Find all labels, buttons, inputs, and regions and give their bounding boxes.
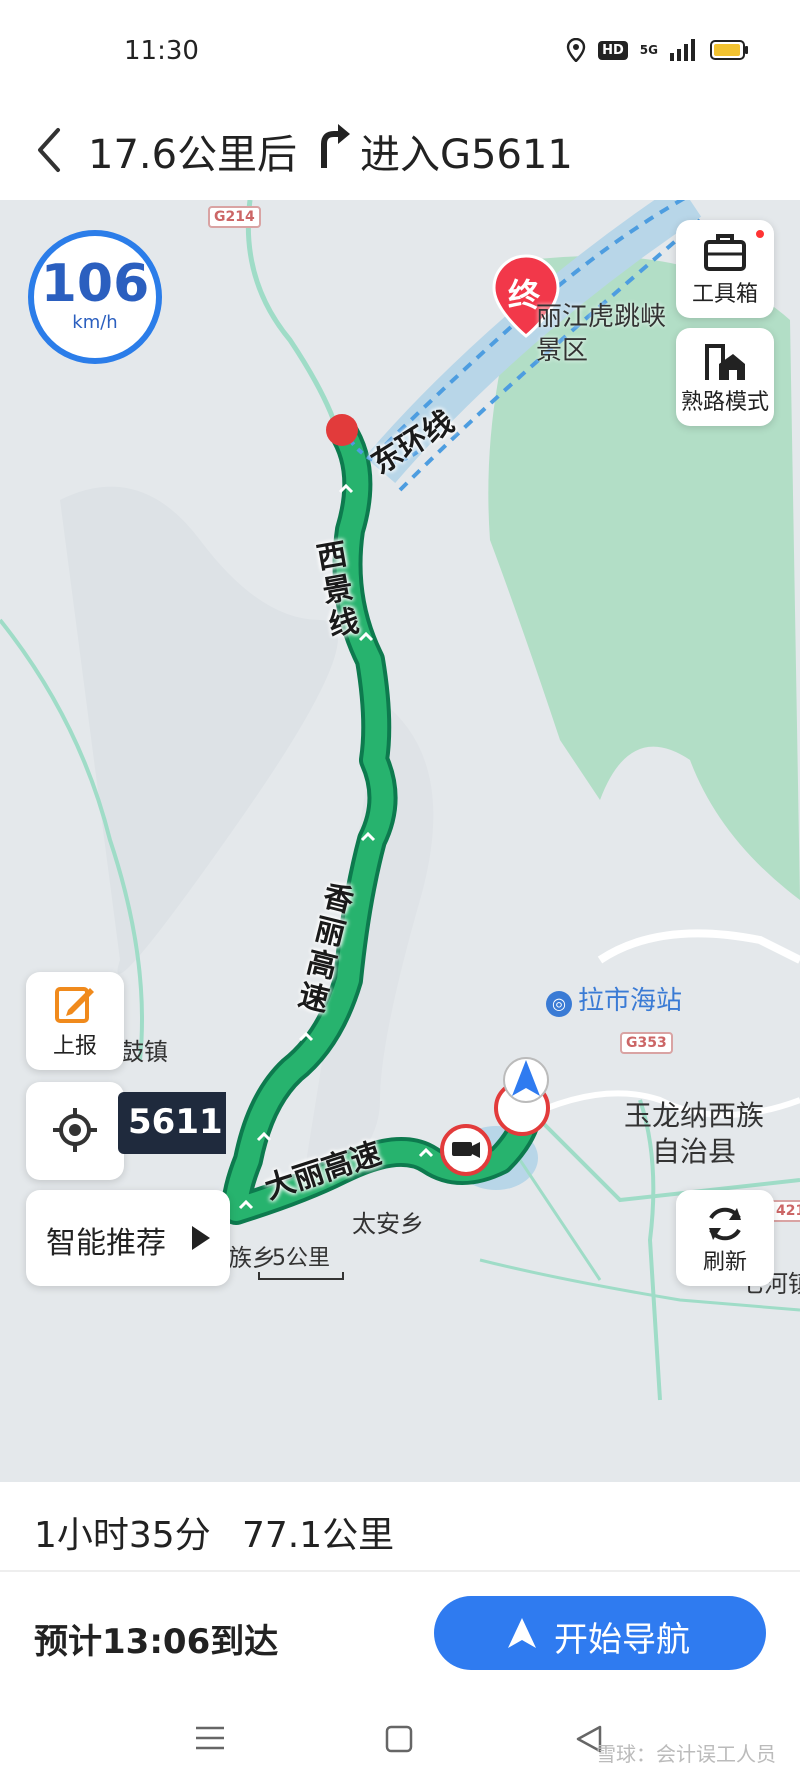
speed-unit: km/h xyxy=(72,312,118,333)
route-distance: 77.1公里 xyxy=(242,1515,395,1556)
nav-instruction: 进入G5611 xyxy=(360,132,573,178)
road-shield-g214: G214 xyxy=(208,206,261,228)
back-icon[interactable] xyxy=(30,120,70,180)
crosshair-icon xyxy=(53,1108,97,1152)
home-icon[interactable] xyxy=(384,1724,414,1754)
hd-badge: HD xyxy=(598,40,628,60)
station-icon: ◎ xyxy=(546,991,572,1017)
route-info: 1小时35分 77.1公里 xyxy=(0,1482,800,1572)
network-type: 5G xyxy=(639,43,658,57)
report-button[interactable]: 上报 xyxy=(26,972,124,1070)
menu-icon[interactable] xyxy=(194,1724,226,1752)
refresh-icon xyxy=(709,1207,741,1241)
speed-badge: 106 km/h xyxy=(28,230,162,364)
refresh-button[interactable]: 刷新 xyxy=(676,1190,774,1286)
current-road-tag: 5611 xyxy=(118,1092,226,1154)
location-icon xyxy=(566,38,586,62)
home-route-icon xyxy=(705,344,745,380)
scale-bar xyxy=(258,1272,344,1280)
turn-right-icon xyxy=(321,124,350,168)
smart-recommend-button[interactable]: 智能推荐 xyxy=(26,1190,230,1286)
toolbox-button[interactable]: 工具箱 xyxy=(676,220,774,318)
battery-icon xyxy=(710,40,748,60)
familiar-mode-button[interactable]: 熟路模式 xyxy=(676,328,774,426)
locate-button[interactable] xyxy=(26,1082,124,1180)
status-time: 11:30 xyxy=(124,36,199,66)
toolbox-icon xyxy=(704,234,746,271)
status-bar: 11:30 HD 5G xyxy=(0,0,800,100)
nav-distance: 17.6公里后 xyxy=(88,132,298,178)
place-yulong: 玉龙纳西族 自治县 xyxy=(624,1099,765,1168)
navigation-arrow-icon xyxy=(508,1618,536,1648)
start-navigation-button[interactable]: 开始导航 xyxy=(434,1596,766,1670)
watermark: 雪球：会计误工人员 xyxy=(596,1742,776,1766)
signal-icon xyxy=(670,39,695,61)
route-duration: 1小时35分 xyxy=(34,1515,211,1556)
place-taian: 太安乡 xyxy=(352,1210,424,1238)
status-icons: HD 5G xyxy=(566,38,750,62)
system-nav-bar: 雪球：会计误工人员 xyxy=(0,1694,800,1787)
road-shield-g421: 421 xyxy=(770,1200,800,1222)
speed-value: 106 xyxy=(40,254,150,314)
eta-text: 预计13:06到达 xyxy=(34,1622,279,1662)
scale-label: 5公里 xyxy=(272,1246,330,1271)
station-label: ◎ 拉市海站 xyxy=(546,980,682,1017)
road-shield-g353: G353 xyxy=(620,1032,673,1054)
destination-name: 丽江虎跳峡 景区 xyxy=(536,302,667,366)
map-scale: 5公里 xyxy=(258,1240,344,1280)
nav-header: 17.6公里后 进入G5611 xyxy=(0,100,800,200)
bottom-bar: 预计13:06到达 开始导航 xyxy=(0,1574,800,1694)
play-arrow-icon xyxy=(192,1226,210,1250)
notification-dot xyxy=(756,230,764,238)
map-view[interactable]: G214 G353 421 东环线 西景线 香丽高速 大丽高速 终 丽江虎跳峡 … xyxy=(0,200,800,1482)
report-icon xyxy=(55,987,94,1023)
